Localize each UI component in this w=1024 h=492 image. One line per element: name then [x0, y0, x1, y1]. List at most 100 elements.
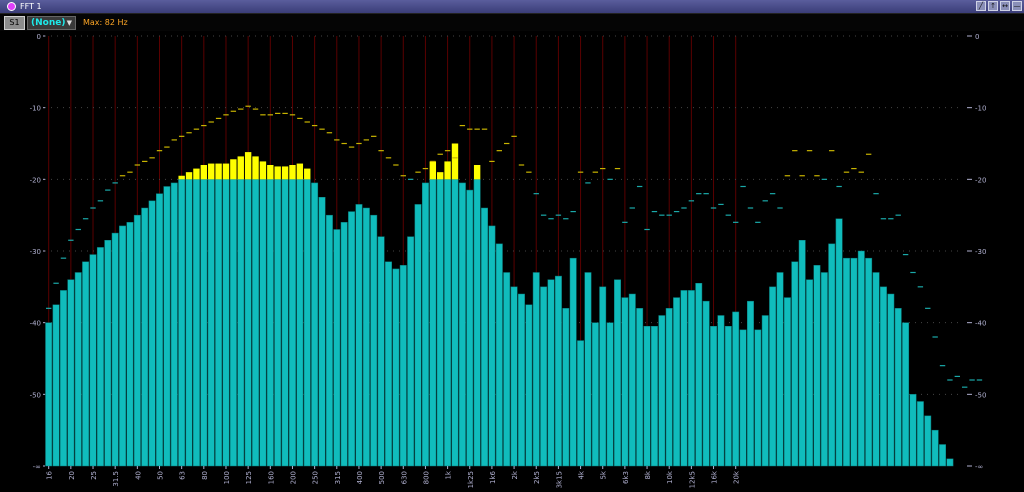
- spectrum-bar: [628, 293, 636, 467]
- spectrum-bar: [879, 286, 887, 467]
- spectrum-bar: [820, 272, 828, 467]
- spectrum-bar: [311, 182, 319, 467]
- spectrum-bar: [488, 225, 496, 467]
- spectrum-bar: [458, 182, 466, 467]
- spectrum-bar: [370, 214, 378, 467]
- spectrum-bar: [606, 322, 614, 467]
- spectrum-bar: [614, 279, 621, 467]
- overshoot-segment: [473, 165, 481, 180]
- spectrum-bar: [939, 444, 946, 467]
- spectrum-bar: [111, 232, 119, 467]
- spectrum-bar: [303, 179, 311, 467]
- spectrum-bar: [421, 182, 429, 467]
- spectrum-bar: [436, 179, 444, 467]
- spectrum-bar: [621, 297, 629, 467]
- spectrum-bar: [444, 179, 452, 467]
- x-tick-label: 160: [267, 471, 275, 484]
- spectrum-bar: [466, 189, 474, 467]
- spectrum-bar: [362, 207, 370, 467]
- spectrum-bar: [828, 243, 836, 467]
- spectrum-bar: [133, 214, 141, 467]
- spectrum-bar: [45, 322, 53, 467]
- x-tick-label: 16k: [711, 470, 719, 484]
- spectrum-bar: [126, 222, 134, 467]
- x-tick-label: 16: [46, 470, 54, 479]
- spectrum-bar: [532, 272, 540, 467]
- spectrum-bar: [67, 279, 75, 467]
- x-tick-label: 25: [90, 471, 98, 480]
- y-tick-label-left: -50: [30, 391, 41, 399]
- spectrum-bar: [414, 204, 422, 467]
- spectrum-bar: [385, 261, 392, 467]
- spectrum-bar: [429, 179, 437, 467]
- spectrum-bar: [74, 272, 82, 467]
- spectrum-bar: [562, 308, 570, 467]
- overshoot-segment: [267, 165, 274, 180]
- y-tick-label-right: -40: [975, 320, 986, 328]
- x-tick-label: 250: [312, 471, 320, 484]
- spectrum-bar: [89, 254, 97, 467]
- overshoot-segment: [281, 166, 289, 180]
- spectrum-bar: [673, 297, 681, 467]
- overshoot-segment: [451, 143, 459, 180]
- overshoot-segment: [193, 168, 200, 180]
- spectrum-bar: [518, 293, 525, 467]
- spectrum-bar: [636, 308, 644, 467]
- spectrum-bar: [761, 315, 769, 467]
- spectrum-bar: [340, 222, 348, 467]
- spectrum-bar: [702, 300, 710, 467]
- spectrum-bar: [569, 257, 577, 467]
- overshoot-segment: [244, 152, 252, 180]
- spectrum-bar: [252, 179, 259, 467]
- spectrum-bar: [599, 286, 607, 467]
- y-tick-label-left: -30: [30, 248, 41, 256]
- spectrum-bar: [399, 265, 407, 467]
- spectrum-bar: [902, 322, 910, 467]
- x-tick-label: 8k: [644, 470, 652, 479]
- x-tick-label: 40: [134, 471, 142, 480]
- x-tick-label: 1k6: [489, 470, 497, 484]
- x-tick-label: 2k: [511, 470, 519, 479]
- overshoot-segment: [274, 166, 281, 180]
- spectrum-bar: [192, 179, 200, 467]
- y-tick-label-right: -50: [975, 391, 986, 399]
- x-tick-label: 1k25: [467, 471, 475, 488]
- x-tick-label: 2k5: [533, 471, 541, 484]
- spectrum-bar: [148, 200, 156, 467]
- overshoot-segment: [296, 163, 304, 180]
- spectrum-bar: [348, 211, 356, 467]
- spectrum-bar: [650, 326, 658, 467]
- spectrum-bar: [318, 197, 326, 467]
- spectrum-bar: [577, 340, 585, 467]
- spectrum-bar: [259, 179, 267, 467]
- y-tick-label-right: -∞: [975, 463, 983, 471]
- y-tick-label-left: -∞: [33, 463, 41, 471]
- overshoot-segment: [222, 163, 230, 180]
- spectrum-bar: [540, 286, 548, 467]
- spectrum-bar: [850, 257, 858, 467]
- spectrum-bar: [747, 300, 754, 467]
- spectrum-bar: [163, 186, 171, 467]
- x-tick-label: 31.5: [112, 471, 120, 487]
- x-tick-label: 630: [400, 471, 408, 484]
- x-tick-label: 500: [378, 471, 386, 484]
- spectrum-bar: [835, 218, 843, 467]
- spectrum-bar: [503, 272, 511, 467]
- spectrum-bar: [82, 261, 90, 467]
- spectrum-bar: [887, 293, 895, 467]
- spectrum-bar: [52, 304, 60, 467]
- spectrum-bar: [680, 290, 688, 467]
- spectrum-bar: [495, 243, 503, 467]
- spectrum-bar: [170, 182, 178, 467]
- x-tick-label: 10k: [666, 470, 674, 484]
- spectrum-bar: [798, 240, 806, 467]
- x-tick-label: 315: [334, 471, 342, 484]
- spectrum-bar: [813, 265, 821, 467]
- x-tick-label: 200: [289, 471, 297, 484]
- spectrum-bar: [857, 250, 865, 467]
- spectrum-bar: [806, 279, 814, 467]
- overshoot-segment: [444, 161, 451, 180]
- spectrum-bar: [178, 179, 186, 467]
- spectrum-bar: [185, 179, 193, 467]
- spectrum-bar: [665, 308, 673, 467]
